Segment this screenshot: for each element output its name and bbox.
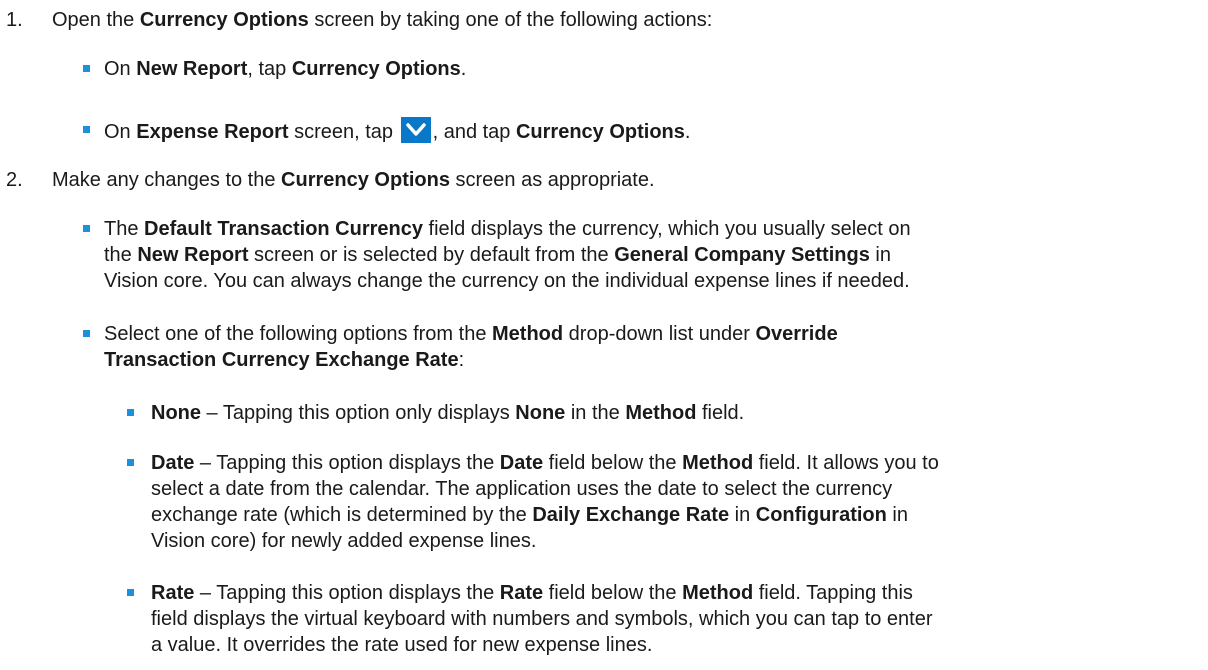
bullet-marker: [83, 225, 90, 232]
list-item: Rate – Tapping this option displays the …: [151, 582, 933, 656]
bullet-marker: [127, 409, 134, 416]
document-body: 1. Open the Currency Options screen by t…: [0, 0, 1208, 670]
step-text: Open the Currency Options screen by taki…: [52, 9, 713, 31]
step-number: 1.: [6, 9, 23, 31]
list-item: Select one of the following options from…: [104, 323, 838, 371]
step-text: Make any changes to the Currency Options…: [52, 169, 655, 191]
step-number: 2.: [6, 169, 23, 191]
bullet-marker: [127, 589, 134, 596]
chevron-down-icon: [400, 117, 431, 143]
list-item: On Expense Report screen, tap , and tap …: [104, 117, 690, 145]
bullet-marker: [127, 459, 134, 466]
list-item: None – Tapping this option only displays…: [151, 402, 745, 424]
list-item: Date – Tapping this option displays the …: [151, 452, 939, 552]
list-item: On New Report, tap Currency Options.: [104, 58, 467, 80]
list-item: The Default Transaction Currency field d…: [104, 218, 911, 292]
bullet-marker: [83, 65, 90, 72]
bullet-marker: [83, 126, 90, 133]
bullet-marker: [83, 330, 90, 337]
